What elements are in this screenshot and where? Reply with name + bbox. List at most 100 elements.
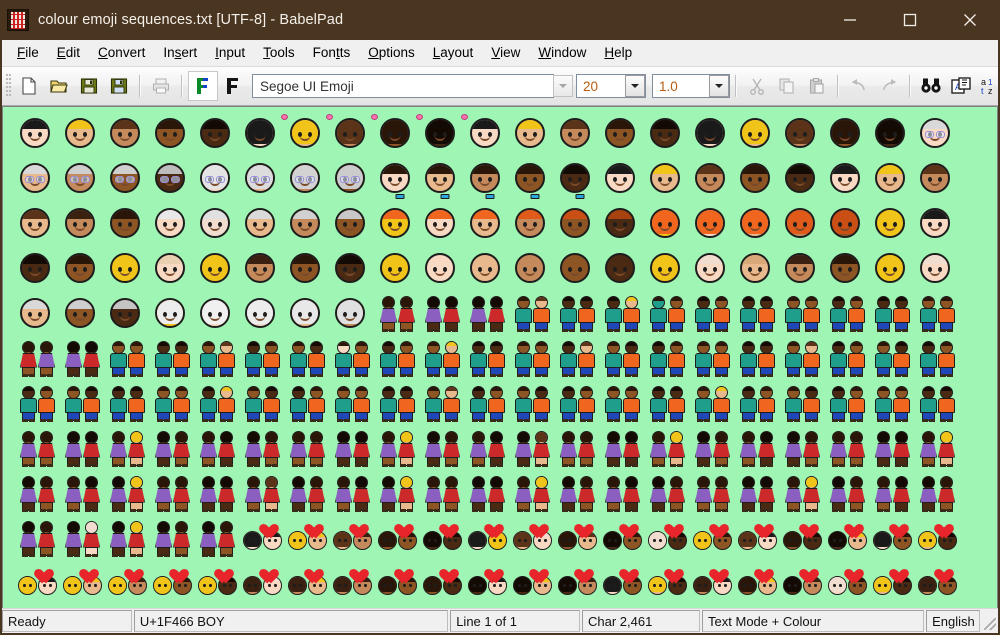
menu-view[interactable]: View bbox=[482, 43, 529, 63]
font-colour-toggle-button[interactable] bbox=[188, 71, 218, 101]
emoji-face bbox=[107, 113, 152, 155]
emoji-face bbox=[287, 113, 332, 155]
emoji-couple-with-heart bbox=[827, 518, 872, 560]
emoji-face bbox=[62, 248, 107, 290]
emoji-people-holding-hands bbox=[197, 383, 242, 425]
emoji-people-holding-hands bbox=[377, 473, 422, 515]
emoji-people-holding-hands bbox=[467, 473, 512, 515]
save-as-button[interactable] bbox=[104, 71, 134, 101]
menu-tools[interactable]: Tools bbox=[254, 43, 304, 63]
emoji-face bbox=[782, 158, 827, 200]
emoji-face bbox=[377, 203, 422, 245]
menu-insert[interactable]: Insert bbox=[154, 43, 206, 63]
menu-help[interactable]: Help bbox=[595, 43, 641, 63]
emoji-face bbox=[197, 113, 242, 155]
emoji-people-holding-hands bbox=[107, 338, 152, 380]
font-name-combo[interactable]: Segoe UI Emoji bbox=[252, 74, 554, 98]
emoji-couple-with-heart bbox=[467, 518, 512, 560]
emoji-row bbox=[17, 156, 995, 201]
font-size-combo[interactable]: 20 bbox=[576, 74, 646, 98]
emoji-people-holding-hands bbox=[692, 383, 737, 425]
menu-file[interactable]: File bbox=[8, 43, 48, 63]
emoji-people-holding-hands bbox=[737, 293, 782, 335]
line-spacing-dropdown-arrow[interactable] bbox=[709, 75, 729, 97]
minimize-button[interactable] bbox=[820, 0, 880, 40]
emoji-couple-with-heart bbox=[782, 518, 827, 560]
sort-alpha-button[interactable]: a 1 t z bbox=[976, 71, 1000, 101]
emoji-people-holding-hands bbox=[917, 473, 962, 515]
maximize-button[interactable] bbox=[880, 0, 940, 40]
emoji-people-holding-hands bbox=[242, 428, 287, 470]
emoji-row bbox=[17, 201, 995, 246]
babelpad-icon bbox=[7, 9, 29, 31]
emoji-couple-with-heart bbox=[512, 563, 557, 605]
font-size-dropdown-arrow[interactable] bbox=[625, 75, 645, 97]
find-button[interactable] bbox=[916, 71, 946, 101]
new-file-button[interactable] bbox=[14, 71, 44, 101]
emoji-people-holding-hands bbox=[467, 428, 512, 470]
emoji-people-holding-hands bbox=[332, 338, 377, 380]
menu-layout[interactable]: Layout bbox=[424, 43, 483, 63]
emoji-people-holding-hands bbox=[512, 473, 557, 515]
emoji-content[interactable] bbox=[3, 107, 997, 608]
text-editor-area[interactable] bbox=[2, 106, 998, 608]
menu-edit[interactable]: Edit bbox=[48, 43, 89, 63]
font-name-dropdown-arrow[interactable] bbox=[553, 75, 573, 97]
menu-input[interactable]: Input bbox=[206, 43, 254, 63]
close-button[interactable] bbox=[940, 0, 1000, 40]
emoji-face bbox=[107, 293, 152, 335]
status-line: Line 1 of 1 bbox=[450, 610, 580, 632]
emoji-face bbox=[692, 203, 737, 245]
emoji-people-holding-hands bbox=[737, 383, 782, 425]
chevron-down-icon bbox=[715, 84, 723, 88]
print-button[interactable] bbox=[146, 71, 176, 101]
emoji-people-holding-hands bbox=[377, 428, 422, 470]
emoji-face bbox=[242, 203, 287, 245]
emoji-couple-with-heart bbox=[287, 563, 332, 605]
emoji-face bbox=[557, 248, 602, 290]
replace-button[interactable]: A bbox=[946, 71, 976, 101]
emoji-people-holding-hands bbox=[602, 473, 647, 515]
emoji-couple-with-heart bbox=[692, 563, 737, 605]
emoji-face bbox=[377, 113, 422, 155]
emoji-people-holding-hands bbox=[17, 473, 62, 515]
emoji-face bbox=[917, 158, 962, 200]
emoji-couple-with-heart bbox=[332, 563, 377, 605]
save-button[interactable] bbox=[74, 71, 104, 101]
emoji-face bbox=[872, 113, 917, 155]
emoji-people-holding-hands bbox=[872, 293, 917, 335]
emoji-couple-with-heart bbox=[467, 563, 512, 605]
emoji-face bbox=[557, 158, 602, 200]
emoji-face bbox=[737, 113, 782, 155]
emoji-people-holding-hands bbox=[62, 518, 107, 560]
menu-fonts[interactable]: Fontts bbox=[304, 43, 360, 63]
toolbar-grip[interactable] bbox=[6, 74, 11, 98]
redo-button bbox=[874, 71, 904, 101]
client-area: File Edit Convert Insert Input Tools Fon… bbox=[2, 40, 998, 633]
emoji-people-holding-hands bbox=[557, 473, 602, 515]
emoji-face bbox=[107, 203, 152, 245]
emoji-couple-with-heart bbox=[692, 518, 737, 560]
emoji-people-holding-hands bbox=[152, 338, 197, 380]
emoji-face bbox=[17, 293, 62, 335]
cut-button bbox=[742, 71, 772, 101]
emoji-face bbox=[782, 113, 827, 155]
emoji-couple-with-heart bbox=[377, 563, 422, 605]
emoji-face bbox=[332, 158, 377, 200]
open-file-button[interactable] bbox=[44, 71, 74, 101]
emoji-face bbox=[737, 203, 782, 245]
emoji-couple-with-heart bbox=[332, 518, 377, 560]
title-bar[interactable]: colour emoji sequences.txt [UTF-8] - Bab… bbox=[0, 0, 1000, 40]
emoji-face bbox=[512, 248, 557, 290]
menu-options[interactable]: Options bbox=[359, 43, 424, 63]
line-spacing-combo[interactable]: 1.0 bbox=[652, 74, 730, 98]
emoji-people-holding-hands bbox=[602, 428, 647, 470]
menu-convert[interactable]: Convert bbox=[89, 43, 154, 63]
resize-grip[interactable] bbox=[982, 610, 998, 632]
emoji-people-holding-hands bbox=[107, 383, 152, 425]
emoji-face bbox=[467, 203, 512, 245]
menu-window[interactable]: Window bbox=[529, 43, 595, 63]
font-plain-button[interactable] bbox=[218, 71, 248, 101]
emoji-face bbox=[557, 203, 602, 245]
emoji-people-holding-hands bbox=[782, 473, 827, 515]
